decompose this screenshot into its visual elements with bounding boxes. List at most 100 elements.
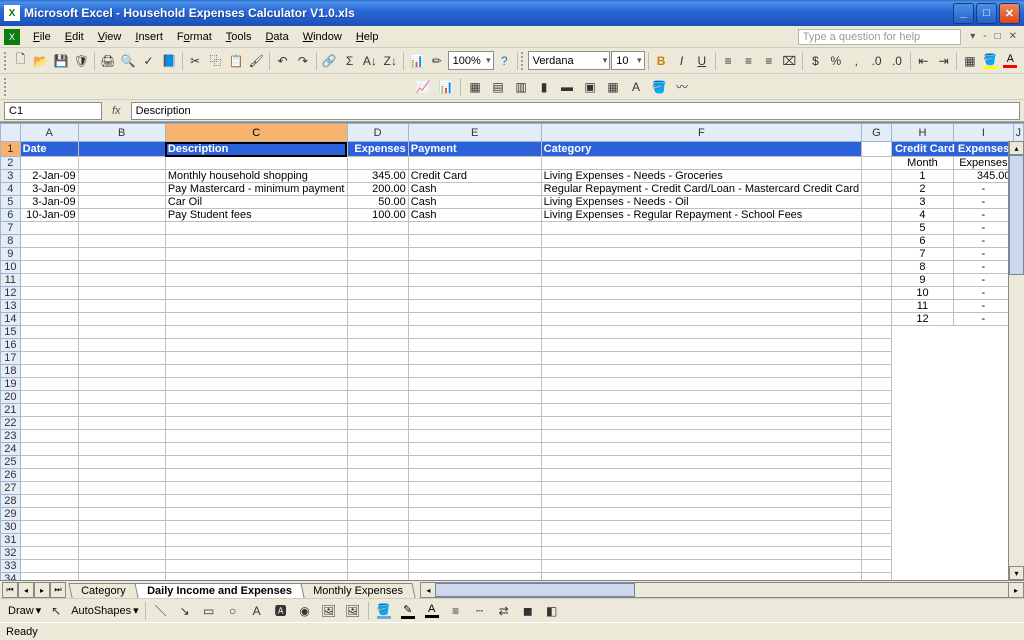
menu-file[interactable]: File	[26, 29, 58, 45]
underline-button[interactable]: U	[692, 50, 711, 72]
permission-icon[interactable]: 🛡	[72, 50, 91, 72]
diagram-icon[interactable]: ◉	[294, 600, 316, 622]
new-icon[interactable]: 🗋	[11, 50, 30, 72]
row-header-30[interactable]: 30	[1, 521, 21, 534]
line-icon[interactable]: 〰	[671, 76, 693, 98]
row-header-21[interactable]: 21	[1, 404, 21, 417]
row-header-31[interactable]: 31	[1, 534, 21, 547]
save-icon[interactable]: 💾	[51, 50, 70, 72]
col-header-B[interactable]: B	[78, 124, 165, 142]
row-header-29[interactable]: 29	[1, 508, 21, 521]
font-size-dropdown[interactable]: 10	[611, 51, 644, 70]
row-header-13[interactable]: 13	[1, 300, 21, 313]
row-header-5[interactable]: 5	[1, 196, 21, 209]
print-icon[interactable]: 🖨	[98, 50, 117, 72]
row-header-7[interactable]: 7	[1, 222, 21, 235]
paste-icon[interactable]: 📋	[226, 50, 245, 72]
picture-icon[interactable]: 🖼	[342, 600, 364, 622]
fx-icon[interactable]: fx	[106, 105, 127, 117]
tab-daily-income-expenses[interactable]: Daily Income and Expenses	[134, 583, 304, 598]
autoformat-icon[interactable]: ▤	[487, 76, 509, 98]
align-left-icon[interactable]: ≡	[718, 50, 737, 72]
font-dropdown[interactable]: Verdana	[528, 51, 611, 70]
cell-B1[interactable]	[78, 142, 165, 157]
rows-icon[interactable]: ▬	[556, 76, 578, 98]
line-style-icon[interactable]: ≡	[445, 600, 467, 622]
3d-icon[interactable]: ◧	[541, 600, 563, 622]
row-header-6[interactable]: 6	[1, 209, 21, 222]
tab-category[interactable]: Category	[68, 583, 138, 598]
borders-icon[interactable]: ▦	[960, 50, 979, 72]
sort-desc-icon[interactable]: Z↓	[381, 50, 400, 72]
textbox-tool-icon[interactable]: A	[246, 600, 268, 622]
draw-menu[interactable]: Draw ▾	[6, 604, 43, 617]
cell-A1[interactable]: Date	[20, 142, 78, 157]
row-header-15[interactable]: 15	[1, 326, 21, 339]
line-color-icon[interactable]: ✎	[397, 603, 419, 619]
row-header-11[interactable]: 11	[1, 274, 21, 287]
autoshapes-menu[interactable]: AutoShapes ▾	[69, 604, 140, 617]
decrease-decimal-icon[interactable]: .0	[887, 50, 906, 72]
text-icon[interactable]: A	[625, 76, 647, 98]
tab-prev-icon[interactable]: ◂	[18, 582, 34, 598]
cell-month-header[interactable]: Month	[891, 157, 953, 170]
menu-window[interactable]: Window	[296, 29, 349, 45]
chart-icon[interactable]: 📊	[407, 50, 426, 72]
row-header-33[interactable]: 33	[1, 560, 21, 573]
sort-asc-icon[interactable]: A↓	[360, 50, 379, 72]
chart-type-icon[interactable]: 📊	[435, 76, 457, 98]
doc-restore-icon[interactable]: ▾	[967, 31, 978, 42]
row-header-24[interactable]: 24	[1, 443, 21, 456]
wordart-icon[interactable]: 🅰	[270, 600, 292, 622]
cell-D1[interactable]: Expenses	[347, 142, 408, 157]
menu-insert[interactable]: Insert	[128, 29, 170, 45]
col-header-C[interactable]: C	[165, 124, 347, 142]
col-header-E[interactable]: E	[408, 124, 541, 142]
col-header-F[interactable]: F	[541, 124, 861, 142]
row-header-8[interactable]: 8	[1, 235, 21, 248]
autosum-icon[interactable]: Σ	[340, 50, 359, 72]
cell-credit-card-header[interactable]: Credit Card Expenses	[891, 142, 1013, 157]
redo-icon[interactable]: ↷	[293, 50, 312, 72]
increase-decimal-icon[interactable]: .0	[867, 50, 886, 72]
row-header-19[interactable]: 19	[1, 378, 21, 391]
arrow-tool-icon[interactable]: ↘	[174, 600, 196, 622]
row-header-2[interactable]: 2	[1, 157, 21, 170]
row-header-3[interactable]: 3	[1, 170, 21, 183]
menu-view[interactable]: View	[91, 29, 129, 45]
fill-color-draw-icon[interactable]: 🪣	[373, 603, 395, 619]
row-header-28[interactable]: 28	[1, 495, 21, 508]
dash-style-icon[interactable]: ┄	[469, 600, 491, 622]
drawing-icon[interactable]: ✏	[427, 50, 446, 72]
preview-icon[interactable]: 🔍	[118, 50, 137, 72]
col-header-H[interactable]: H	[891, 124, 953, 142]
col-header-A[interactable]: A	[20, 124, 78, 142]
tab-next-icon[interactable]: ▸	[34, 582, 50, 598]
doc-close-button[interactable]: ✕	[1006, 31, 1020, 42]
name-box[interactable]: C1	[4, 102, 102, 120]
row-header-32[interactable]: 32	[1, 547, 21, 560]
close-button[interactable]: ✕	[999, 3, 1020, 24]
row-header-1[interactable]: 1	[1, 142, 21, 157]
menu-data[interactable]: Data	[258, 29, 295, 45]
help-input[interactable]: Type a question for help	[798, 29, 961, 45]
row-header-22[interactable]: 22	[1, 417, 21, 430]
row-header-26[interactable]: 26	[1, 469, 21, 482]
cut-icon[interactable]: ✂	[185, 50, 204, 72]
select-objects-icon[interactable]: ↖	[45, 600, 67, 622]
decrease-indent-icon[interactable]: ⇤	[914, 50, 933, 72]
vertical-scrollbar[interactable]: ▴▾	[1008, 141, 1024, 580]
row-header-20[interactable]: 20	[1, 391, 21, 404]
row-header-4[interactable]: 4	[1, 183, 21, 196]
hyperlink-icon[interactable]: 🔗	[319, 50, 338, 72]
row-header-16[interactable]: 16	[1, 339, 21, 352]
row-header-18[interactable]: 18	[1, 365, 21, 378]
menu-edit[interactable]: Edit	[58, 29, 91, 45]
row-header-23[interactable]: 23	[1, 430, 21, 443]
menu-tools[interactable]: Tools	[219, 29, 259, 45]
doc-minimize-button[interactable]: -	[980, 31, 989, 42]
spreadsheet-grid[interactable]: ABCDEFGHIJ1DateDescriptionExpensesPaymen…	[0, 122, 1024, 580]
cell-C1[interactable]: Description	[165, 142, 347, 157]
cell-F1[interactable]: Category	[541, 142, 861, 157]
chart-wizard-icon[interactable]: 📈	[412, 76, 434, 98]
